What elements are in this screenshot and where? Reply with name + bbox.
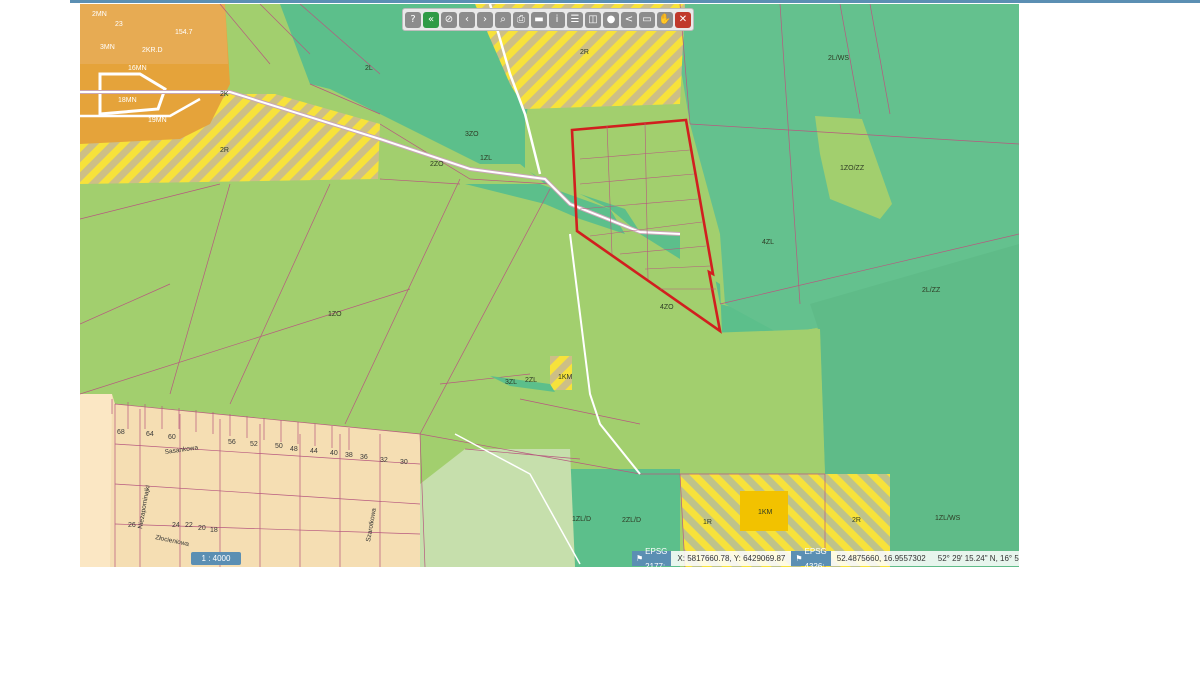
- parcel-number: 68: [117, 429, 125, 436]
- parcel-number: 40: [330, 450, 338, 457]
- top-border: [70, 0, 1200, 3]
- zone-label: 1ZO/ZZ: [840, 165, 865, 172]
- epsg-2177-badge: ⚑ EPSG 2177:: [632, 547, 672, 567]
- dms-value: 52° 29' 15.24" N, 16° 57' 20.63" E: [937, 554, 1019, 563]
- zone-label: 1ZL/WS: [935, 515, 961, 522]
- epsg-4326-value: 52.4875660, 16.9557302: [836, 554, 926, 563]
- parcel-number: 30: [400, 459, 408, 466]
- parcel-number: 44: [310, 448, 318, 455]
- parcel-number: 32: [380, 457, 388, 464]
- measure-button[interactable]: ▬: [531, 11, 547, 28]
- zone-label: 2MN: [92, 11, 107, 18]
- delete-button[interactable]: ✕: [675, 11, 691, 28]
- epsg-4326-badge: ⚑ EPSG 4326:: [791, 547, 831, 567]
- parcel-number: 38: [345, 452, 353, 459]
- scale-indicator: 1 : 4000: [191, 552, 241, 565]
- parcel-number: 20: [198, 525, 206, 532]
- zone-label: 2ZL/D: [622, 517, 641, 524]
- parcel-number: 50: [275, 443, 283, 450]
- parcel-number: 60: [168, 434, 176, 441]
- marker-button[interactable]: ●: [603, 11, 619, 28]
- zone-label: 18MN: [118, 97, 137, 104]
- zone-label: 16MN: [128, 65, 147, 72]
- map-canvas[interactable]: 2MN 23 3MN 154.7 2KR.D 16MN 18MN 19MN 2R 2K 2L 2R 2L…: [80, 4, 1019, 567]
- zone-label: 23: [115, 21, 123, 28]
- comment-button[interactable]: ▭: [639, 11, 655, 28]
- agricultural-field-south: [680, 329, 825, 474]
- parcel-number: 26: [128, 522, 136, 529]
- zone-label: 3ZO: [465, 131, 479, 138]
- parcel-number: 56: [228, 439, 236, 446]
- zone-label: 1ZO: [328, 311, 342, 318]
- help-button[interactable]: ?: [405, 11, 421, 28]
- parcel-number: 48: [290, 446, 298, 453]
- zone-label: 3ZL: [505, 379, 517, 386]
- zone-label: 2R: [220, 147, 229, 154]
- zone-label: 1KM: [758, 509, 773, 516]
- zoom-button[interactable]: ⌕: [495, 11, 511, 28]
- back-button[interactable]: ‹: [459, 11, 475, 28]
- zone-label: 2L/WS: [828, 55, 849, 62]
- zone-label: 1ZL: [480, 155, 492, 162]
- parcel-number: 52: [250, 441, 258, 448]
- zone-label: 154.7: [175, 29, 193, 36]
- zone-label: 2KR.D: [142, 47, 163, 54]
- zone-label: 1ZL/D: [572, 516, 591, 523]
- map-toolbar: ? «⊘ ‹ › ⌕ ⎙ ▬ i ☰ ◫ ● < ▭ ✋ ✕: [402, 8, 694, 31]
- epsg-2177-label: EPSG 2177:: [645, 546, 668, 568]
- zone-label: 19MN: [148, 117, 167, 124]
- flag-icon: ⚑: [795, 554, 803, 563]
- zone-label: 2K: [220, 91, 229, 98]
- parcel-number: 36: [360, 454, 368, 461]
- km-zone-center: [550, 356, 572, 390]
- share-button[interactable]: <: [621, 11, 637, 28]
- info-button[interactable]: i: [549, 11, 565, 28]
- print-button[interactable]: ⎙: [513, 11, 529, 28]
- zone-label: 1R: [703, 519, 712, 526]
- hide-layers-button[interactable]: ⊘: [441, 11, 457, 28]
- zone-label: 2R: [580, 49, 589, 56]
- zone-label: 4ZO: [660, 304, 674, 311]
- parcel-number: 22: [185, 522, 193, 529]
- epsg-2177-value: X: 5817660.78, Y: 6429069.87: [677, 554, 786, 563]
- zone-label: 2ZL: [525, 377, 537, 384]
- pan-button[interactable]: ✋: [657, 11, 673, 28]
- map-view[interactable]: 2MN 23 3MN 154.7 2KR.D 16MN 18MN 19MN 2R 2K 2L 2R 2L…: [80, 4, 1019, 567]
- coordinate-bar: ⚑ EPSG 2177: X: 5817660.78, Y: 6429069.8…: [632, 547, 1019, 567]
- parcel-number: 64: [146, 431, 154, 438]
- zone-label: 4ZL: [762, 239, 774, 246]
- legend-button[interactable]: ☰: [567, 11, 583, 28]
- epsg-4326-label: EPSG 4326:: [804, 546, 827, 568]
- zone-label: 1KM: [558, 374, 573, 381]
- flag-icon: ⚑: [636, 554, 644, 563]
- zone-label: 2L/ZZ: [922, 287, 941, 294]
- zone-label: 3MN: [100, 44, 115, 51]
- collapse-panel-button[interactable]: «: [423, 11, 439, 28]
- zone-label: 2L: [365, 65, 373, 72]
- zone-label: 2ZO: [430, 161, 444, 168]
- parcel-number: 18: [210, 527, 218, 534]
- forward-button[interactable]: ›: [477, 11, 493, 28]
- zone-label: 2R: [852, 517, 861, 524]
- compare-button[interactable]: ◫: [585, 11, 601, 28]
- parcel-number: 24: [172, 522, 180, 529]
